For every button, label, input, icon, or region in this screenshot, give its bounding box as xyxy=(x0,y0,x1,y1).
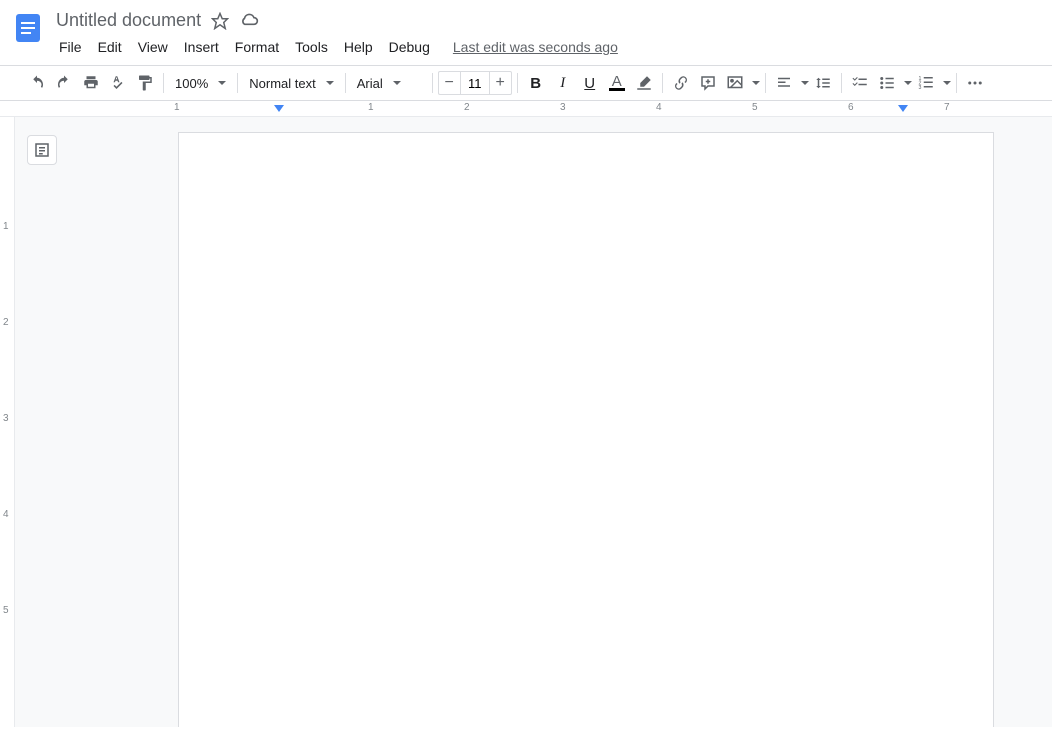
star-icon[interactable] xyxy=(211,12,229,30)
image-button[interactable] xyxy=(722,70,748,96)
bulleted-list-button[interactable] xyxy=(874,70,900,96)
spellcheck-button[interactable] xyxy=(105,70,131,96)
separator xyxy=(841,73,842,93)
underline-button[interactable]: U xyxy=(577,70,603,96)
image-dropdown-icon[interactable] xyxy=(748,70,760,96)
svg-text:3: 3 xyxy=(918,85,921,91)
separator xyxy=(517,73,518,93)
menu-edit[interactable]: Edit xyxy=(91,35,129,59)
font-size-input[interactable] xyxy=(460,71,490,95)
toolbar: 100% Normal text Arial − + B I U A 123 xyxy=(0,65,1052,101)
align-button[interactable] xyxy=(771,70,797,96)
line-spacing-button[interactable] xyxy=(810,70,836,96)
highlight-button[interactable] xyxy=(631,70,657,96)
menu-tools[interactable]: Tools xyxy=(288,35,335,59)
separator xyxy=(765,73,766,93)
bold-button[interactable]: B xyxy=(523,70,549,96)
left-indent-marker[interactable] xyxy=(274,105,284,115)
separator xyxy=(237,73,238,93)
menu-file[interactable]: File xyxy=(52,35,89,59)
zoom-dropdown[interactable]: 100% xyxy=(169,70,232,96)
comment-button[interactable] xyxy=(695,70,721,96)
paint-format-button[interactable] xyxy=(132,70,158,96)
undo-button[interactable] xyxy=(24,70,50,96)
checklist-button[interactable] xyxy=(847,70,873,96)
menu-view[interactable]: View xyxy=(131,35,175,59)
italic-button[interactable]: I xyxy=(550,70,576,96)
separator xyxy=(432,73,433,93)
style-dropdown[interactable]: Normal text xyxy=(243,70,339,96)
align-dropdown-icon[interactable] xyxy=(797,70,809,96)
document-page[interactable] xyxy=(178,132,994,727)
font-dropdown[interactable]: Arial xyxy=(351,70,427,96)
last-edit-link[interactable]: Last edit was seconds ago xyxy=(453,39,618,55)
menu-format[interactable]: Format xyxy=(228,35,286,59)
menu-insert[interactable]: Insert xyxy=(177,35,226,59)
redo-button[interactable] xyxy=(51,70,77,96)
numbered-list-dropdown-icon[interactable] xyxy=(939,70,951,96)
separator xyxy=(662,73,663,93)
text-color-button[interactable]: A xyxy=(604,70,630,96)
horizontal-ruler[interactable]: 1 1 2 3 4 5 6 7 xyxy=(0,101,1052,117)
separator xyxy=(163,73,164,93)
font-size-increase-button[interactable]: + xyxy=(490,71,512,95)
more-button[interactable] xyxy=(962,70,988,96)
outline-button[interactable] xyxy=(27,135,57,165)
menu-bar: File Edit View Insert Format Tools Help … xyxy=(52,33,618,61)
separator xyxy=(345,73,346,93)
menu-debug[interactable]: Debug xyxy=(382,35,437,59)
link-button[interactable] xyxy=(668,70,694,96)
right-indent-marker[interactable] xyxy=(898,105,908,115)
cloud-icon[interactable] xyxy=(239,11,259,31)
numbered-list-button[interactable]: 123 xyxy=(913,70,939,96)
print-button[interactable] xyxy=(78,70,104,96)
vertical-ruler[interactable]: 1 2 3 4 5 xyxy=(0,117,15,727)
separator xyxy=(956,73,957,93)
font-size-decrease-button[interactable]: − xyxy=(438,71,460,95)
docs-logo[interactable] xyxy=(8,8,48,48)
bulleted-list-dropdown-icon[interactable] xyxy=(900,70,912,96)
document-title[interactable]: Untitled document xyxy=(56,10,201,31)
menu-help[interactable]: Help xyxy=(337,35,380,59)
